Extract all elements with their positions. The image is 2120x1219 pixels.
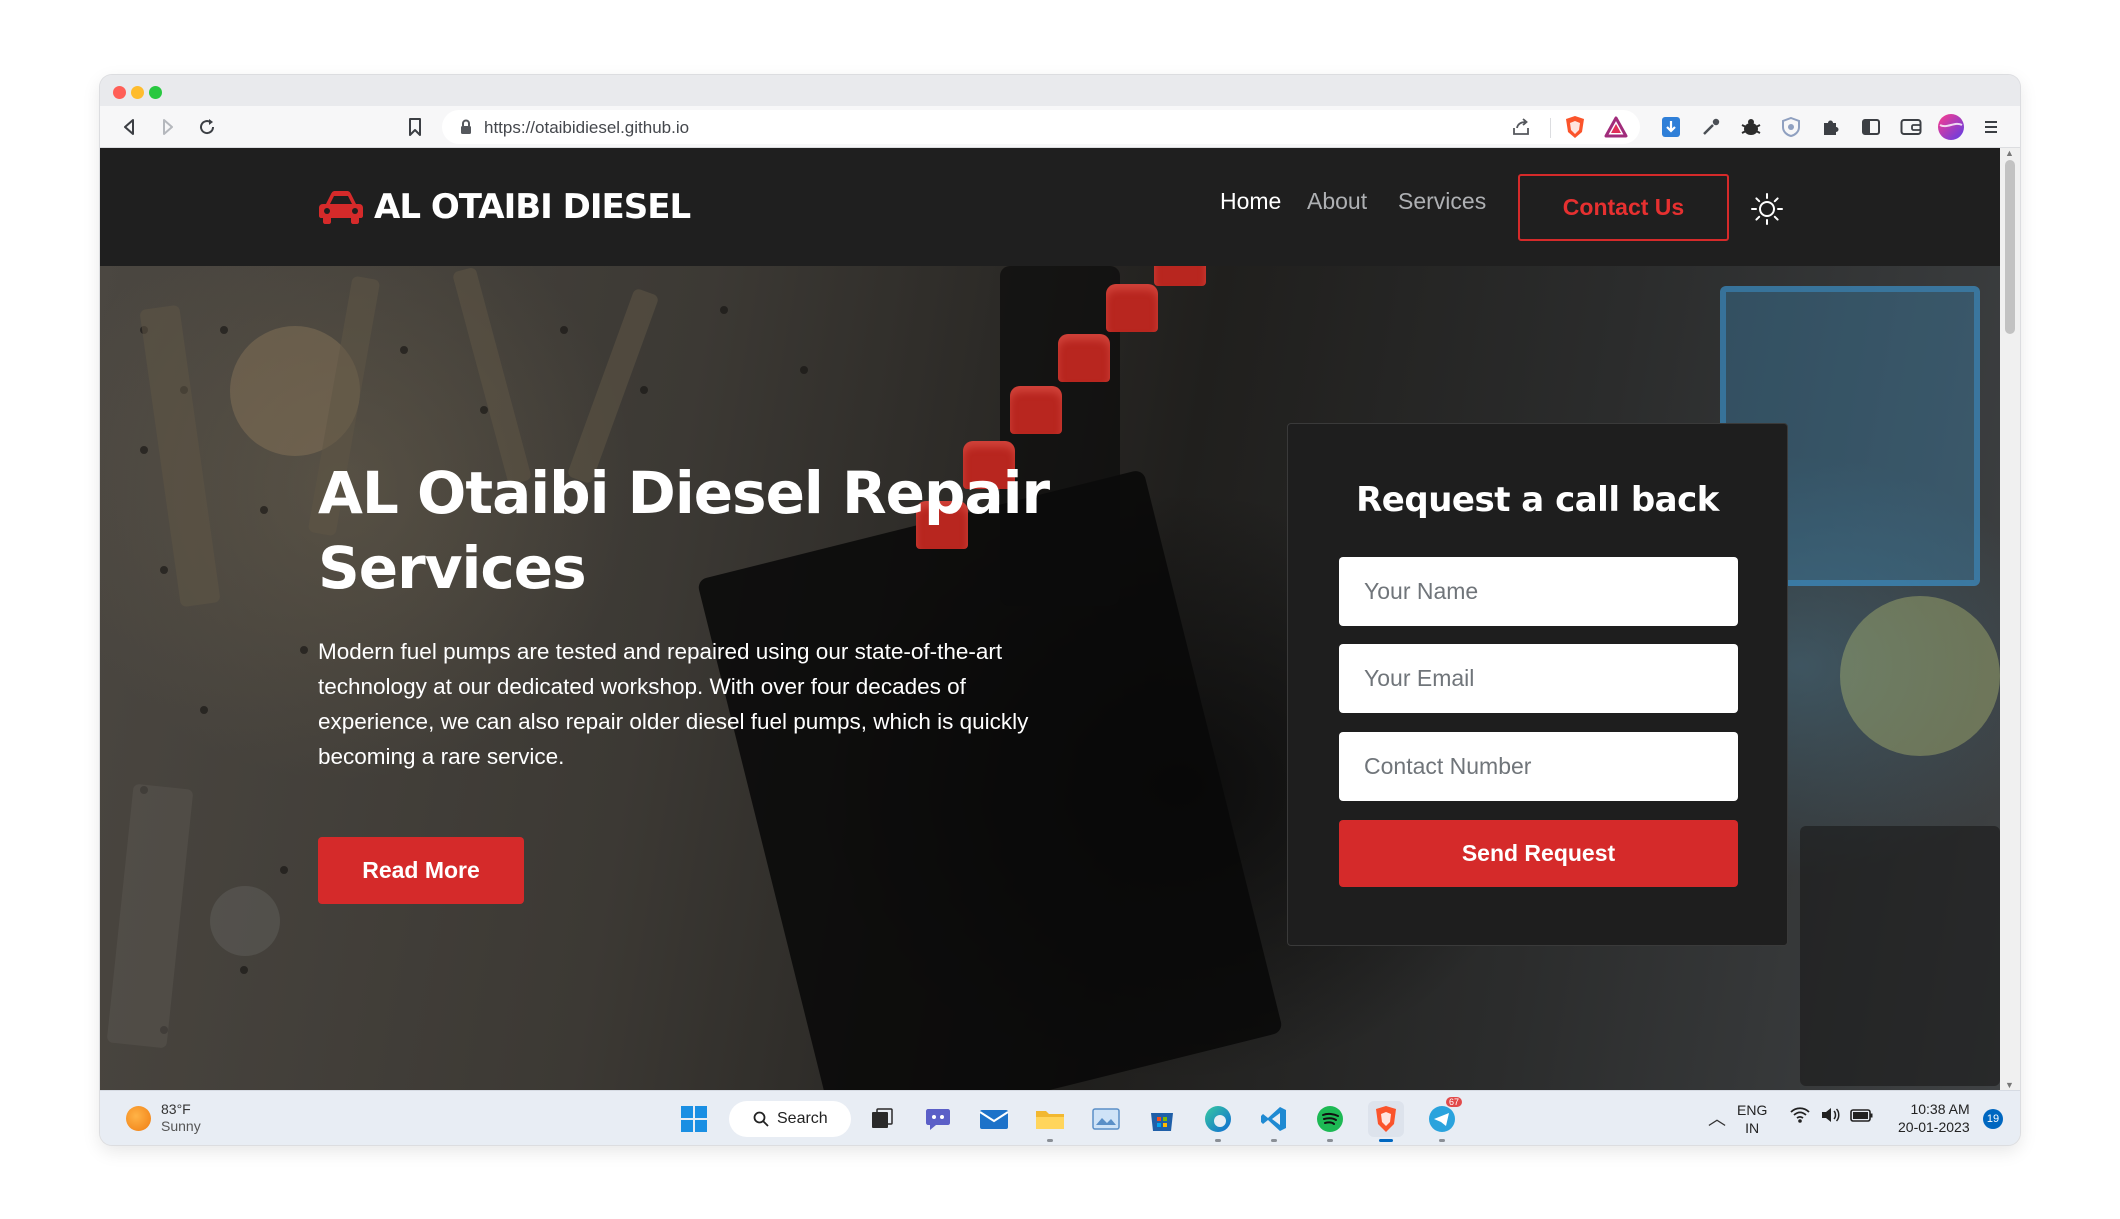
site-logo[interactable]: AL OTAIBI DIESEL bbox=[318, 186, 691, 228]
hero-description: Modern fuel pumps are tested and repaire… bbox=[318, 639, 1029, 769]
form-title: Request a call back bbox=[1356, 480, 1719, 520]
minimize-window-button[interactable] bbox=[131, 86, 144, 99]
url-text: https://otaibidiesel.github.io bbox=[484, 118, 690, 137]
chevron-up-icon[interactable]: ︿ bbox=[1708, 1105, 1726, 1131]
vscode-icon[interactable] bbox=[1256, 1101, 1292, 1142]
running-indicator bbox=[1327, 1139, 1333, 1142]
taskbar-search-button[interactable]: Search bbox=[729, 1101, 851, 1137]
clock-date: 20-01-2023 bbox=[1898, 1119, 1970, 1135]
sun-weather-icon bbox=[126, 1105, 151, 1131]
brave-rewards-icon[interactable] bbox=[1604, 116, 1628, 138]
forward-icon[interactable] bbox=[153, 112, 183, 142]
nav-link-home[interactable]: Home bbox=[1220, 188, 1281, 215]
browser-window: https://otaibidiesel.github.io AL OTAIBI… bbox=[100, 75, 2020, 1145]
weather-text: 83°F Sunny bbox=[161, 1101, 201, 1135]
wallet-icon[interactable] bbox=[1896, 112, 1926, 142]
reload-icon[interactable] bbox=[192, 112, 222, 142]
scroll-thumb[interactable] bbox=[2005, 160, 2015, 334]
clock-time: 10:38 AM bbox=[1910, 1101, 1970, 1117]
address-bar[interactable]: https://otaibidiesel.github.io bbox=[442, 110, 1640, 144]
nav-link-about[interactable]: About bbox=[1307, 188, 1367, 215]
menu-icon[interactable] bbox=[1976, 112, 2006, 142]
weather-condition: Sunny bbox=[161, 1118, 201, 1134]
download-icon[interactable] bbox=[1656, 112, 1686, 142]
separator bbox=[1550, 118, 1551, 138]
running-indicator bbox=[1215, 1139, 1221, 1142]
notification-badge[interactable]: 19 bbox=[1983, 1109, 2003, 1129]
running-indicator bbox=[1271, 1139, 1277, 1142]
bookmark-icon[interactable] bbox=[400, 112, 430, 142]
mail-icon[interactable] bbox=[976, 1101, 1012, 1137]
scroll-up-arrow-icon[interactable]: ▲ bbox=[2005, 148, 2014, 158]
name-input[interactable] bbox=[1339, 557, 1738, 626]
close-window-button[interactable] bbox=[113, 86, 126, 99]
web-page-viewport: AL OTAIBI DIESEL Home About Services Con… bbox=[100, 148, 2000, 1090]
telegram-icon[interactable]: 67 bbox=[1424, 1097, 1462, 1142]
running-indicator bbox=[1439, 1139, 1445, 1142]
language-indicator[interactable]: ENG IN bbox=[1737, 1101, 1767, 1137]
language-code: ENG bbox=[1737, 1102, 1768, 1118]
volume-icon[interactable] bbox=[1820, 1106, 1840, 1124]
share-icon[interactable] bbox=[1510, 116, 1532, 138]
sun-theme-toggle-icon[interactable] bbox=[1750, 192, 1784, 226]
wifi-icon[interactable] bbox=[1790, 1106, 1810, 1124]
brave-shields-icon[interactable] bbox=[1564, 115, 1586, 139]
sidebar-icon[interactable] bbox=[1856, 112, 1886, 142]
site-navbar: AL OTAIBI DIESEL Home About Services Con… bbox=[100, 148, 2000, 266]
contact-us-button[interactable]: Contact Us bbox=[1518, 174, 1729, 241]
email-input[interactable] bbox=[1339, 644, 1738, 713]
telegram-badge: 67 bbox=[1445, 1097, 1462, 1107]
contact-number-input[interactable] bbox=[1339, 732, 1738, 801]
search-icon bbox=[753, 1111, 769, 1127]
battery-icon[interactable] bbox=[1850, 1106, 1874, 1124]
photos-icon[interactable] bbox=[1088, 1101, 1124, 1137]
nav-link-services[interactable]: Services bbox=[1398, 188, 1486, 215]
edge-browser-icon[interactable] bbox=[1200, 1101, 1236, 1142]
hero-title: AL Otaibi Diesel Repair Services bbox=[318, 459, 1050, 602]
system-tray bbox=[1790, 1106, 1874, 1124]
eyedropper-icon[interactable] bbox=[1696, 112, 1726, 142]
spotify-icon[interactable] bbox=[1312, 1101, 1348, 1142]
region-code: IN bbox=[1745, 1120, 1760, 1136]
task-view-icon[interactable] bbox=[864, 1101, 900, 1137]
microsoft-store-icon[interactable] bbox=[1144, 1101, 1180, 1137]
send-request-button[interactable]: Send Request bbox=[1339, 820, 1738, 887]
windows-taskbar: 83°F Sunny Search 67 ︿ ENG IN 10:38 AM 2… bbox=[100, 1090, 2020, 1145]
teams-chat-icon[interactable] bbox=[920, 1101, 956, 1137]
brave-browser-icon[interactable] bbox=[1368, 1101, 1404, 1142]
scroll-down-arrow-icon[interactable]: ▼ bbox=[2005, 1080, 2014, 1090]
back-icon[interactable] bbox=[114, 112, 144, 142]
maximize-window-button[interactable] bbox=[149, 86, 162, 99]
browser-toolbar: https://otaibidiesel.github.io bbox=[100, 106, 2020, 148]
search-label: Search bbox=[777, 1110, 828, 1127]
read-more-button[interactable]: Read More bbox=[318, 837, 524, 904]
shield-extension-icon[interactable] bbox=[1776, 112, 1806, 142]
system-clock[interactable]: 10:38 AM 20-01-2023 bbox=[1898, 1100, 1970, 1136]
hero-section: AL Otaibi Diesel Repair Services Modern … bbox=[100, 266, 2000, 1090]
running-indicator bbox=[1047, 1139, 1053, 1142]
profile-avatar-icon[interactable] bbox=[1936, 112, 1966, 142]
file-explorer-icon[interactable] bbox=[1032, 1101, 1068, 1142]
brand-name: AL OTAIBI DIESEL bbox=[374, 187, 691, 227]
page-scrollbar[interactable]: ▲ ▼ bbox=[2000, 148, 2020, 1090]
car-icon bbox=[319, 191, 363, 224]
title-bar bbox=[100, 75, 2020, 106]
active-indicator bbox=[1379, 1139, 1393, 1142]
weather-temperature: 83°F bbox=[161, 1101, 191, 1117]
puzzle-icon[interactable] bbox=[1816, 112, 1846, 142]
windows-start-icon[interactable] bbox=[676, 1101, 712, 1137]
callback-form: Request a call back Send Request bbox=[1287, 423, 1788, 946]
weather-widget[interactable]: 83°F Sunny bbox=[126, 1101, 201, 1135]
extension-bug-icon[interactable] bbox=[1736, 112, 1766, 142]
lock-icon bbox=[461, 119, 471, 134]
